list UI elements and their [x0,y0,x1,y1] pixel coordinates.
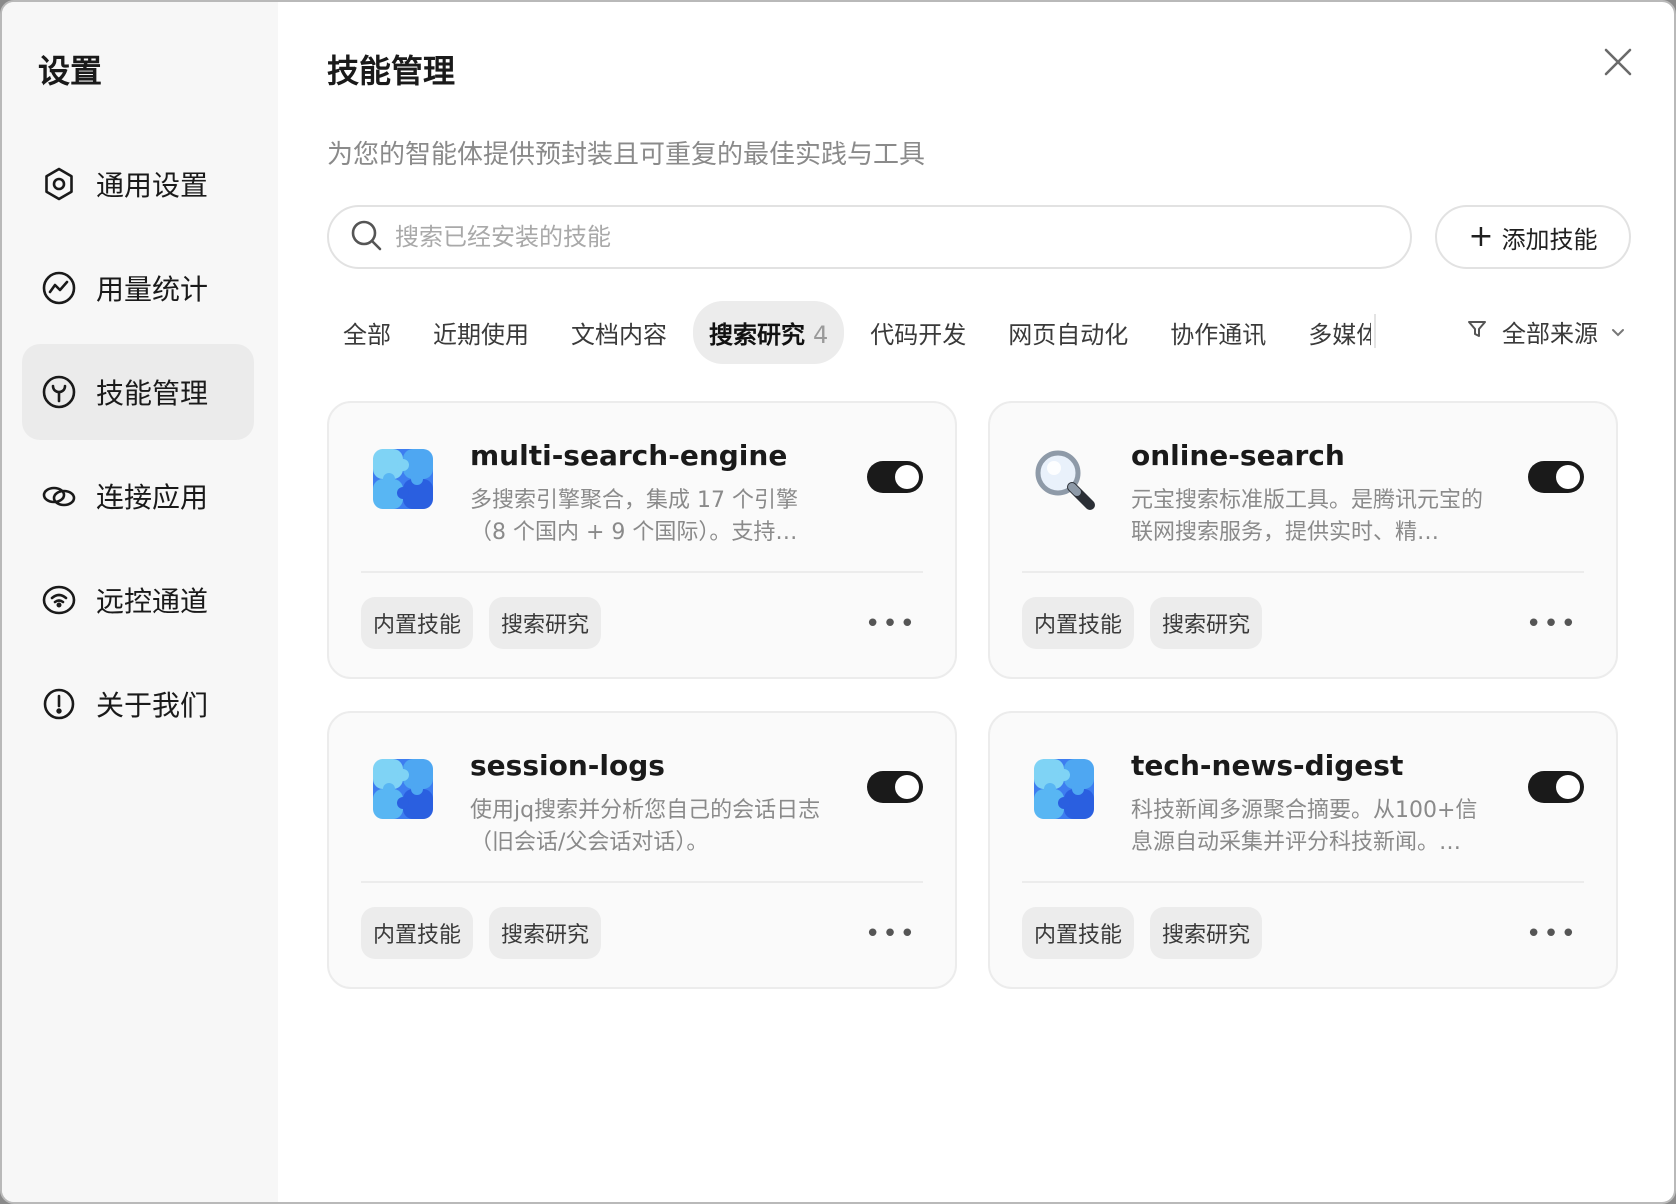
skill-description: 使用jq搜索并分析您自己的会话日志（旧会话/父会话对话）。 [470,798,821,855]
sidebar-item-connected-apps[interactable]: 连接应用 [22,448,254,544]
main-panel: 技能管理 为您的智能体提供预封装且可重复的最佳实践与工具 + 添加技能 全部 近… [278,2,1674,1202]
close-icon [1604,48,1632,76]
settings-window: 设置 通用设置 用量统计 技能管理 连接应用 远控通道 关于我们 技能管理 为您… [0,0,1676,1204]
sidebar-item-usage[interactable]: 用量统计 [22,240,254,336]
skill-description: 科技新闻多源聚合摘要。从100+信息源自动采集并评分科技新闻。… [1131,798,1478,855]
tab-web-automation[interactable]: 网页自动化 [992,301,1144,364]
sidebar-item-about[interactable]: 关于我们 [22,656,254,752]
tag-builtin: 内置技能 [361,907,474,959]
sidebar-item-label: 关于我们 [96,689,209,722]
tag-category: 搜索研究 [489,907,602,959]
source-filter-dropdown[interactable]: 全部来源 [1466,314,1626,349]
toggle-knob [895,775,919,799]
puzzle-icon [1028,753,1100,825]
search-input[interactable] [395,223,1295,251]
search-box[interactable] [327,205,1412,269]
tag-list: 内置技能 搜索研究 [1022,597,1278,649]
tab-documents[interactable]: 文档内容 [555,301,683,364]
tab-multimedia-ai[interactable]: 多媒体AI [1292,301,1371,364]
tab-collaboration[interactable]: 协作通讯 [1154,301,1282,364]
puzzle-icon [367,753,439,825]
sidebar-item-label: 远控通道 [96,585,209,618]
skill-description: 多搜索引擎聚合，集成 17 个引擎（8 个国内 + 9 个国际）。支持… [470,488,798,545]
sidebar-item-label: 用量统计 [96,273,209,306]
close-button[interactable] [1598,42,1638,82]
gear-icon [40,165,78,203]
tab-label: 文档内容 [571,320,667,349]
tab-search-research[interactable]: 搜索研究 4 [693,300,845,364]
sidebar-item-label: 连接应用 [96,481,209,514]
tag-builtin: 内置技能 [1022,597,1135,649]
search-icon [349,218,383,256]
link-icon [40,477,78,515]
sidebar-item-remote[interactable]: 远控通道 [22,552,254,648]
info-icon [40,685,78,723]
tab-label: 代码开发 [870,320,967,349]
add-skill-button[interactable]: + 添加技能 [1435,205,1631,269]
tag-list: 内置技能 搜索研究 [361,907,617,959]
card-divider [361,571,923,573]
tab-recent[interactable]: 近期使用 [417,301,545,364]
skill-description: 元宝搜索标准版工具。是腾讯元宝的联网搜索服务，提供实时、精… [1131,488,1484,545]
page-subtitle: 为您的智能体提供预封装且可重复的最佳实践与工具 [327,140,926,170]
tag-category: 搜索研究 [489,597,602,649]
chevron-down-icon [1610,318,1626,346]
toggle-knob [1556,775,1580,799]
remote-icon [40,581,78,619]
toggle-knob [895,465,919,489]
skill-toggle[interactable] [867,461,923,493]
skill-icon [40,373,78,411]
tab-label: 多媒体AI [1308,320,1371,349]
card-divider [1022,571,1584,573]
sidebar-title: 设置 [38,52,103,90]
tag-list: 内置技能 搜索研究 [1022,907,1278,959]
tab-label: 网页自动化 [1008,320,1129,349]
add-skill-label: 添加技能 [1501,225,1598,254]
tab-all[interactable]: 全部 [327,301,407,364]
skill-toggle[interactable] [867,771,923,803]
more-options-icon[interactable]: ••• [1526,919,1578,949]
tabs-divider [1374,314,1376,348]
tag-list: 内置技能 搜索研究 [361,597,617,649]
more-options-icon[interactable]: ••• [865,919,917,949]
skill-name: session-logs [470,749,665,782]
sidebar-item-skills[interactable]: 技能管理 [22,344,254,440]
skill-card[interactable]: tech-news-digest 科技新闻多源聚合摘要。从100+信息源自动采集… [988,711,1618,989]
filter-icon [1466,318,1488,346]
plus-icon: + [1468,219,1494,254]
sidebar: 设置 通用设置 用量统计 技能管理 连接应用 远控通道 关于我们 [2,2,278,1202]
tag-category: 搜索研究 [1150,907,1263,959]
skill-toggle[interactable] [1528,461,1584,493]
sidebar-item-label: 技能管理 [96,377,209,410]
tab-label: 全部 [343,320,391,349]
more-options-icon[interactable]: ••• [865,609,917,639]
sidebar-item-general[interactable]: 通用设置 [22,136,254,232]
source-filter-label: 全部来源 [1502,320,1598,348]
tag-builtin: 内置技能 [361,597,474,649]
magnifier-icon [1028,443,1100,515]
skill-card[interactable]: multi-search-engine 多搜索引擎聚合，集成 17 个引擎（8 … [327,401,957,679]
skill-card[interactable]: online-search 元宝搜索标准版工具。是腾讯元宝的联网搜索服务，提供实… [988,401,1618,679]
skill-name: tech-news-digest [1131,749,1404,782]
more-options-icon[interactable]: ••• [1526,609,1578,639]
category-tabs: 全部 近期使用 文档内容 搜索研究 4 代码开发 网页自动化 协作通讯 多媒体AI… [327,300,1371,364]
tab-label: 搜索研究 [709,320,805,349]
skill-name: multi-search-engine [470,439,788,472]
tab-code-dev[interactable]: 代码开发 [854,301,982,364]
skill-toggle[interactable] [1528,771,1584,803]
tab-count: 4 [813,320,829,349]
page-title: 技能管理 [327,52,456,90]
sidebar-item-label: 通用设置 [96,169,209,202]
skill-name: online-search [1131,439,1345,472]
tab-label: 近期使用 [433,320,529,349]
tab-label: 协作通讯 [1170,320,1267,349]
skill-card[interactable]: session-logs 使用jq搜索并分析您自己的会话日志（旧会话/父会话对话… [327,711,957,989]
puzzle-icon [367,443,439,515]
tag-builtin: 内置技能 [1022,907,1135,959]
chart-icon [40,269,78,307]
card-divider [361,881,923,883]
card-divider [1022,881,1584,883]
toggle-knob [1556,465,1580,489]
tag-category: 搜索研究 [1150,597,1263,649]
